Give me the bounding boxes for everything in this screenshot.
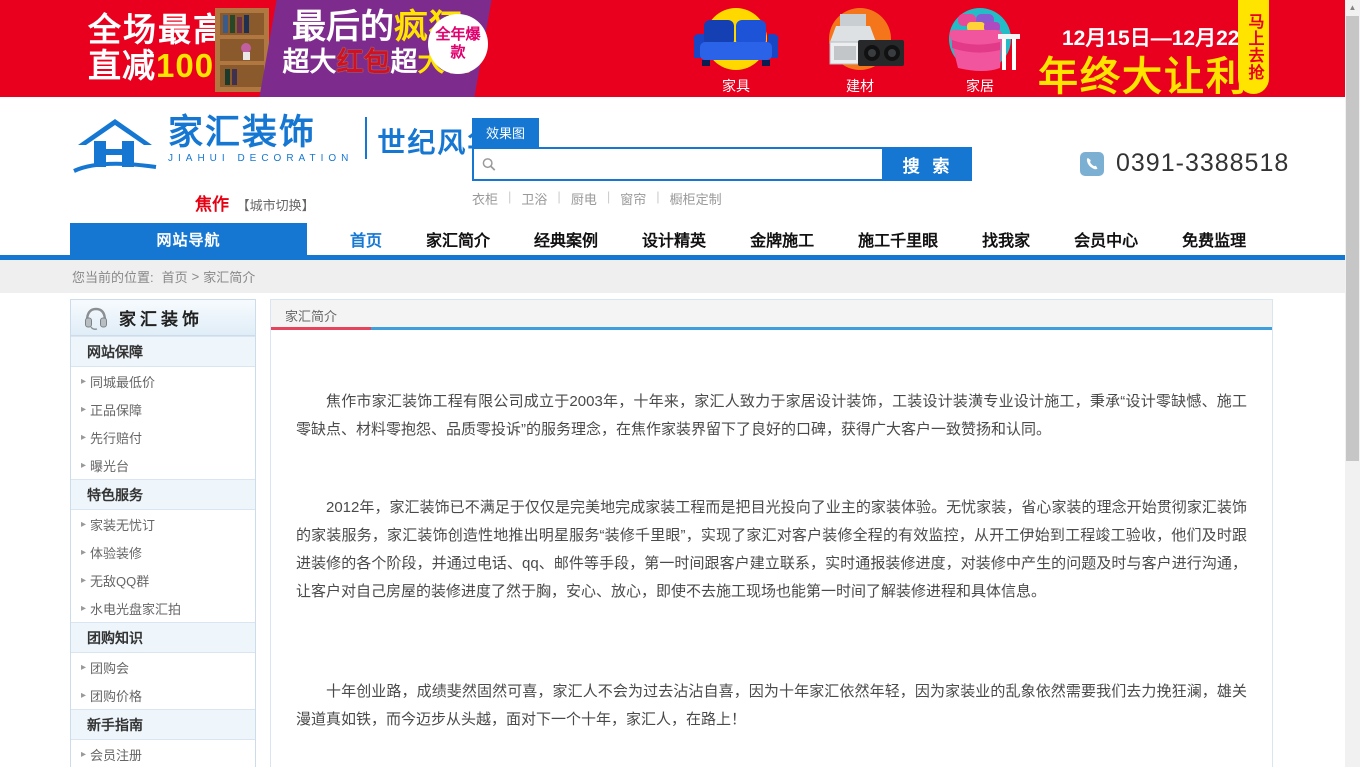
sidebar: 家汇装饰 网站保障 ▸同城最低价 ▸正品保障 ▸先行赔付 ▸曝光台 特色服务 ▸… bbox=[70, 299, 256, 767]
site-logo[interactable]: 家汇装饰 JIAHUI DECORATION 世纪风华 bbox=[70, 115, 497, 177]
nav-item-about[interactable]: 家汇简介 bbox=[426, 227, 490, 251]
banner-promo-title: 年终大让利 bbox=[1038, 44, 1248, 97]
sidebar-item-worry-free[interactable]: ▸家装无忧订 bbox=[71, 510, 255, 538]
sidebar-item-authentic[interactable]: ▸正品保障 bbox=[71, 395, 255, 423]
intro-paragraph-2: 2012年，家汇装饰已不满足于仅仅是完美地完成家装工程而是把目光投向了业主的家装… bbox=[296, 494, 1247, 606]
intro-paragraph-3: 十年创业路，成绩斐然固然可喜，家汇人不会为过去沾沾自喜，因为十年家汇依然年轻，因… bbox=[296, 678, 1247, 734]
quick-link-cabinet[interactable]: 橱柜定制 bbox=[670, 189, 722, 208]
title-underline-red bbox=[271, 327, 371, 330]
intro-paragraph-1: 焦作市家汇装饰工程有限公司成立于2003年，十年来，家汇人致力于家居设计装饰，工… bbox=[296, 388, 1247, 444]
page: 全场最高 直减1000元 最后的疯狂 超大红包超大礼 全年爆款 bbox=[0, 0, 1345, 767]
sofa-icon bbox=[690, 14, 782, 76]
sidebar-section-groupbuy: 团购知识 bbox=[71, 622, 255, 653]
range-hood-icon bbox=[814, 12, 906, 76]
current-city[interactable]: 焦作 bbox=[195, 195, 229, 214]
sidebar-section-guarantee: 网站保障 bbox=[71, 336, 255, 367]
sidebar-section-beginner: 新手指南 bbox=[71, 709, 255, 740]
scrollbar-up-arrow[interactable]: ▲ bbox=[1345, 0, 1360, 15]
site-nav-menu-button[interactable]: 网站导航 bbox=[70, 223, 307, 255]
banner-product-furniture[interactable]: 家具 bbox=[678, 6, 794, 96]
breadcrumb: 您当前的位置: 首页 > 家汇简介 bbox=[0, 260, 1345, 293]
search-tab-renderings[interactable]: 效果图 bbox=[472, 118, 539, 147]
phone-icon bbox=[1080, 152, 1104, 176]
content-panel: 家汇简介 焦作市家汇装饰工程有限公司成立于2003年，十年来，家汇人致力于家居设… bbox=[270, 299, 1273, 767]
banner-product-home[interactable]: 家居 bbox=[922, 6, 1038, 96]
sidebar-header: 家汇装饰 bbox=[71, 300, 255, 336]
sidebar-section-services: 特色服务 bbox=[71, 479, 255, 510]
nav-item-home[interactable]: 首页 bbox=[350, 227, 382, 251]
sidebar-item-experience[interactable]: ▸体验装修 bbox=[71, 538, 255, 566]
sidebar-item-groupbuy-price[interactable]: ▸团购价格 bbox=[71, 681, 255, 709]
browser-scrollbar[interactable]: ▲ bbox=[1345, 0, 1360, 767]
city-switch-link[interactable]: 【城市切换】 bbox=[237, 198, 315, 213]
title-underline-blue bbox=[371, 327, 1272, 330]
headphones-icon bbox=[83, 305, 109, 331]
company-intro-article: 焦作市家汇装饰工程有限公司成立于2003年，十年来，家汇人致力于家居设计装饰，工… bbox=[271, 330, 1272, 734]
sidebar-item-groupbuy-fair[interactable]: ▸团购会 bbox=[71, 653, 255, 681]
bedding-icon bbox=[934, 10, 1026, 76]
content-title-bar: 家汇简介 bbox=[271, 300, 1272, 330]
main-navbar: 网站导航 首页 家汇简介 经典案例 设计精英 金牌施工 施工千里眼 找我家 会员… bbox=[0, 223, 1345, 255]
promo-banner[interactable]: 全场最高 直减1000元 最后的疯狂 超大红包超大礼 全年爆款 bbox=[0, 0, 1345, 97]
logo-name-cn: 家汇装饰 bbox=[168, 115, 353, 150]
nav-item-member[interactable]: 会员中心 bbox=[1074, 227, 1138, 251]
site-header: 家汇装饰 JIAHUI DECORATION 世纪风华 焦作 【城市切换】 效果… bbox=[0, 97, 1345, 223]
quick-link-kitchen[interactable]: 厨电 bbox=[571, 189, 597, 208]
contact-phone: 0391-3388518 bbox=[1080, 149, 1289, 178]
content-title: 家汇简介 bbox=[285, 306, 337, 325]
sidebar-item-lowest-price[interactable]: ▸同城最低价 bbox=[71, 367, 255, 395]
sidebar-item-register[interactable]: ▸会员注册 bbox=[71, 740, 255, 767]
sidebar-item-exposure[interactable]: ▸曝光台 bbox=[71, 451, 255, 479]
breadcrumb-home[interactable]: 首页 bbox=[162, 267, 188, 286]
nav-item-designers[interactable]: 设计精英 bbox=[642, 227, 706, 251]
nav-item-construction[interactable]: 金牌施工 bbox=[750, 227, 814, 251]
search-button[interactable]: 搜 索 bbox=[884, 147, 972, 181]
breadcrumb-current[interactable]: 家汇简介 bbox=[203, 267, 255, 286]
logo-name-en: JIAHUI DECORATION bbox=[168, 153, 353, 164]
house-logo-icon bbox=[70, 115, 160, 177]
quick-links: 衣柜| 卫浴| 厨电| 窗帘| 橱柜定制 bbox=[472, 189, 972, 208]
sidebar-item-qq-group[interactable]: ▸无敌QQ群 bbox=[71, 566, 255, 594]
scrollbar-thumb[interactable] bbox=[1346, 16, 1359, 461]
grab-now-button[interactable]: 马上去抢 bbox=[1238, 0, 1269, 94]
sidebar-item-disc-record[interactable]: ▸水电光盘家汇拍 bbox=[71, 594, 255, 622]
banner-bubble-badge: 全年爆款 bbox=[428, 14, 488, 74]
nav-item-cases[interactable]: 经典案例 bbox=[534, 227, 598, 251]
quick-link-wardrobe[interactable]: 衣柜 bbox=[472, 189, 498, 208]
phone-number: 0391-3388518 bbox=[1116, 149, 1289, 178]
nav-item-find-home[interactable]: 找我家 bbox=[982, 227, 1030, 251]
search-area: 效果图 搜 索 衣柜| 卫浴| 厨电| 窗帘| 橱柜定制 bbox=[472, 118, 972, 208]
search-icon bbox=[482, 157, 496, 172]
quick-link-curtain[interactable]: 窗帘 bbox=[620, 189, 646, 208]
quick-link-bath[interactable]: 卫浴 bbox=[521, 189, 547, 208]
search-input[interactable] bbox=[496, 156, 882, 172]
sidebar-title: 家汇装饰 bbox=[119, 305, 203, 330]
logo-divider bbox=[365, 117, 367, 159]
sidebar-item-compensation[interactable]: ▸先行赔付 bbox=[71, 423, 255, 451]
nav-item-monitor[interactable]: 施工千里眼 bbox=[858, 227, 938, 251]
nav-item-supervision[interactable]: 免费监理 bbox=[1182, 227, 1246, 251]
banner-product-materials[interactable]: 建材 bbox=[802, 6, 918, 96]
